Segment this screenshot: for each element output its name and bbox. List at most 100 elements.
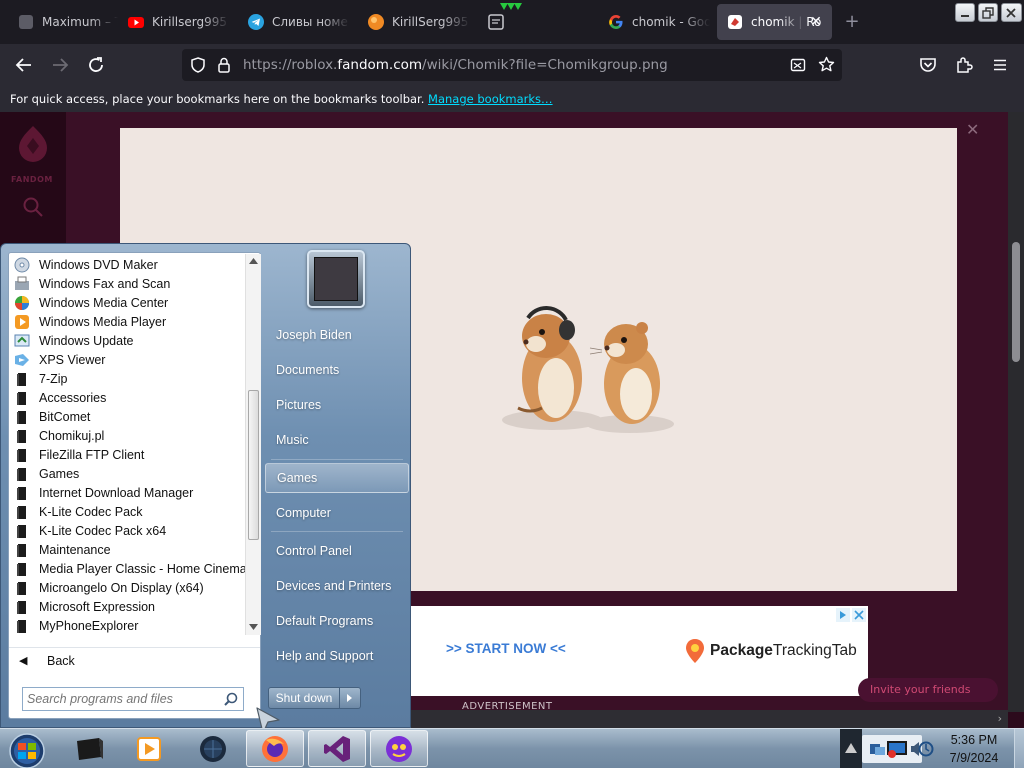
google-icon xyxy=(608,14,624,30)
close-tab-icon[interactable]: ✕ xyxy=(808,14,824,30)
pocket-button[interactable] xyxy=(916,53,940,77)
fandom-logo-icon[interactable] xyxy=(15,124,51,164)
advertisement-banner[interactable]: >> START NOW << Package TrackingTab xyxy=(410,606,868,696)
program-item[interactable]: Chomikuj.pl xyxy=(9,426,245,445)
programs-scroll-thumb[interactable] xyxy=(248,390,259,540)
lock-icon[interactable] xyxy=(217,57,231,73)
notification-area[interactable] xyxy=(862,735,922,763)
folder-icon xyxy=(17,562,26,576)
back-button[interactable]: ◀ Back xyxy=(9,647,260,673)
url-text[interactable]: https://roblox.fandom.com/wiki/Chomik?fi… xyxy=(243,57,668,73)
program-item[interactable]: 7-Zip xyxy=(9,369,245,388)
clock-time: 5:36 PM xyxy=(950,733,998,747)
manage-bookmarks-link[interactable]: Manage bookmarks… xyxy=(428,92,553,106)
search-programs-field[interactable] xyxy=(22,687,244,711)
program-item[interactable]: Media Player Classic - Home Cinema x64 xyxy=(9,559,245,578)
monitor-tray-icon[interactable] xyxy=(886,739,908,759)
new-tab-button[interactable]: + xyxy=(842,12,862,32)
taskbar-firefox[interactable] xyxy=(246,730,304,767)
tab-telegram[interactable]: Сливы номе xyxy=(238,4,350,40)
menu-button[interactable] xyxy=(988,53,1012,77)
taskbar-globe-app[interactable] xyxy=(184,730,242,767)
program-item[interactable]: XPS Viewer xyxy=(9,350,245,369)
start-button[interactable] xyxy=(4,731,50,768)
ad-brand[interactable]: Package TrackingTab xyxy=(684,638,857,664)
start-link-help-support[interactable]: Help and Support xyxy=(265,641,409,671)
program-item[interactable]: Microsoft Expression xyxy=(9,597,245,616)
taskbar-monitor-app[interactable] xyxy=(60,730,118,767)
minimize-button[interactable] xyxy=(955,3,975,22)
tab-kirillserg[interactable]: KirillSerg995 xyxy=(358,4,470,40)
search-icon[interactable] xyxy=(224,692,238,706)
taskbar-visual-studio[interactable] xyxy=(308,730,366,767)
close-window-button[interactable] xyxy=(1001,3,1022,22)
forward-button[interactable] xyxy=(48,53,72,77)
program-item[interactable]: K-Lite Codec Pack x64 xyxy=(9,521,245,540)
program-item[interactable]: Microangelo On Display (x64) xyxy=(9,578,245,597)
page-scroll-thumb[interactable] xyxy=(1012,242,1020,362)
start-link-pictures[interactable]: Pictures xyxy=(265,390,409,420)
program-item[interactable]: Internet Download Manager xyxy=(9,483,245,502)
search-icon[interactable] xyxy=(22,196,44,218)
page-horizontal-scrollbar[interactable]: › xyxy=(410,710,1008,728)
program-item[interactable]: Windows Fax and Scan xyxy=(9,274,245,293)
start-menu: Windows DVD Maker Windows Fax and Scan W… xyxy=(0,243,411,734)
folder-icon xyxy=(17,505,26,519)
start-link-games[interactable]: Games xyxy=(265,463,409,493)
tab-page[interactable] xyxy=(478,4,596,40)
tab-google[interactable]: chomik - Goo xyxy=(598,4,710,40)
clock-date: 7/9/2024 xyxy=(949,751,999,765)
network-icon[interactable] xyxy=(868,740,886,758)
start-link-computer[interactable]: Computer xyxy=(265,498,409,528)
program-item[interactable]: K-Lite Codec Pack xyxy=(9,502,245,521)
taskbar-purple-app[interactable] xyxy=(370,730,428,767)
start-link-music[interactable]: Music xyxy=(265,425,409,455)
program-item[interactable]: Maintenance xyxy=(9,540,245,559)
system-clock[interactable]: 5:36 PM 7/9/2024 xyxy=(936,733,1012,765)
reload-button[interactable] xyxy=(84,53,108,77)
tab-fandom-active[interactable]: chomik | Ro ✕ xyxy=(717,4,832,40)
shut-down-options-button[interactable] xyxy=(340,687,361,709)
tab-maximum[interactable]: Maximum – T xyxy=(8,4,118,40)
page-scrollbar[interactable] xyxy=(1008,112,1024,712)
invite-friends-button[interactable]: Invite your friends xyxy=(858,678,998,702)
program-item[interactable]: FileZilla FTP Client xyxy=(9,445,245,464)
shield-icon[interactable] xyxy=(190,57,206,73)
picture-in-picture-icon[interactable] xyxy=(790,57,806,73)
program-item[interactable]: Windows Media Player xyxy=(9,312,245,331)
start-link-devices-printers[interactable]: Devices and Printers xyxy=(265,571,409,601)
folder-icon xyxy=(17,467,26,481)
start-link-documents[interactable]: Documents xyxy=(265,355,409,385)
back-button[interactable] xyxy=(12,53,36,77)
fandom-icon xyxy=(727,14,743,30)
scroll-right-icon[interactable]: › xyxy=(998,712,1002,725)
programs-scrollbar[interactable] xyxy=(245,254,261,635)
url-bar[interactable]: https://roblox.fandom.com/wiki/Chomik?fi… xyxy=(182,49,842,81)
sync-tray-icon[interactable] xyxy=(918,741,934,757)
ad-cta-link[interactable]: >> START NOW << xyxy=(446,641,566,656)
dvd-maker-icon xyxy=(14,257,30,272)
search-input[interactable] xyxy=(27,691,217,707)
program-item[interactable]: Games xyxy=(9,464,245,483)
start-link-user[interactable]: Joseph Biden xyxy=(265,320,409,350)
program-item[interactable]: Windows Media Center xyxy=(9,293,245,312)
restore-button[interactable] xyxy=(978,3,998,22)
ad-choices-icon[interactable] xyxy=(836,608,866,622)
program-item[interactable]: Accessories xyxy=(9,388,245,407)
program-item[interactable]: Windows DVD Maker xyxy=(9,255,245,274)
tab-youtube[interactable]: Kirillserg995 A xyxy=(118,4,230,40)
scroll-down-icon[interactable] xyxy=(249,624,258,630)
bookmark-star-icon[interactable] xyxy=(818,56,835,73)
user-picture[interactable] xyxy=(307,250,365,308)
tray-overflow-button[interactable] xyxy=(840,729,862,768)
scroll-up-icon[interactable] xyxy=(249,258,258,264)
extensions-button[interactable] xyxy=(952,53,976,77)
show-desktop-button[interactable] xyxy=(1014,729,1024,768)
start-link-control-panel[interactable]: Control Panel xyxy=(265,536,409,566)
taskbar-media-player[interactable] xyxy=(120,730,178,767)
lightbox-close-icon[interactable]: ✕ xyxy=(966,120,979,139)
program-item[interactable]: Windows Update xyxy=(9,331,245,350)
program-item[interactable]: MyPhoneExplorer xyxy=(9,616,245,635)
program-item[interactable]: BitComet xyxy=(9,407,245,426)
start-link-default-programs[interactable]: Default Programs xyxy=(265,606,409,636)
